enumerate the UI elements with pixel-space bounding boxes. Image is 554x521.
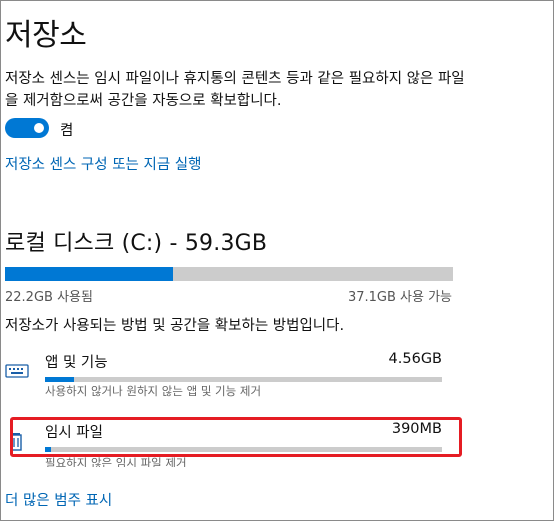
storage-sense-description: 저장소 센스는 임시 파일이나 휴지통의 콘텐츠 등과 같은 필요하지 않은 파… [5, 71, 465, 109]
highlight-box [10, 417, 462, 457]
disk-usage-fill [5, 267, 173, 281]
page-title: 저장소 [5, 18, 87, 53]
category-apps-features[interactable]: 앱 및 기능 4.56GB 사용하지 않거나 원하지 않는 앱 및 기능 제거 [0, 351, 470, 411]
storage-intro-text: 저장소가 사용되는 방법 및 공간을 확보하는 방법입니다. [5, 318, 345, 334]
disk-title: 로컬 디스크 (C:) - 59.3GB [5, 231, 268, 256]
disk-used-label: 22.2GB 사용됨 [5, 290, 93, 305]
configure-storage-sense-link[interactable]: 저장소 센스 구성 또는 지금 실행 [5, 153, 201, 174]
show-more-categories-link[interactable]: 더 많은 범주 표시 [5, 489, 112, 510]
category-usage-bar [45, 377, 442, 382]
category-name: 앱 및 기능 [45, 355, 108, 371]
category-size: 4.56GB [388, 351, 442, 367]
storage-sense-toggle[interactable] [5, 118, 49, 138]
disk-free-label: 37.1GB 사용 가능 [347, 290, 452, 305]
toggle-state-label: 켬 [60, 123, 74, 139]
toggle-knob [34, 123, 44, 133]
category-subtext: 사용하지 않거나 원하지 않는 앱 및 기능 제거 [45, 384, 262, 398]
keyboard-icon [5, 359, 29, 383]
disk-usage-bar [5, 267, 453, 281]
category-usage-fill [45, 377, 75, 382]
